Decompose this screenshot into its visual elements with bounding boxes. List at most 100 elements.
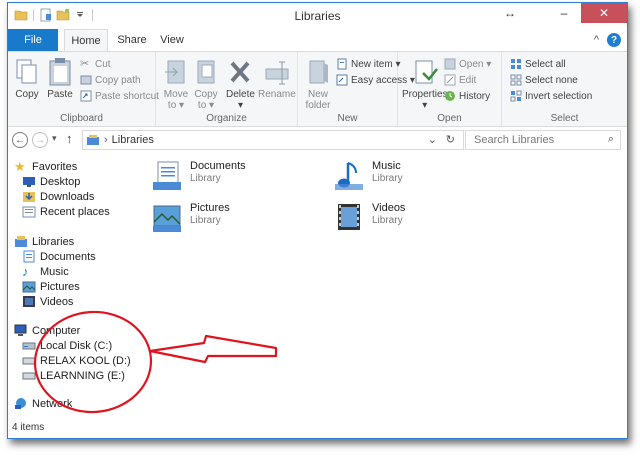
ribbon-tabs: File Home Share View ^ ? — [8, 29, 627, 52]
nav-relax-kool-label: RELAX KOOL (D:) — [40, 354, 131, 367]
copy-path-button[interactable]: Copy path — [80, 74, 141, 86]
copy-icon — [16, 59, 37, 84]
up-button[interactable]: ↑ — [66, 131, 73, 146]
drive-icon — [22, 357, 36, 365]
nav-computer-label: Computer — [32, 324, 81, 337]
nav-videos-label: Videos — [40, 295, 74, 308]
easy-access-icon — [336, 74, 348, 86]
nav-documents-label: Documents — [40, 250, 96, 263]
address-box[interactable]: › Libraries ⌄ ↻ — [82, 130, 464, 150]
select-all-icon — [511, 59, 521, 69]
select-none-button[interactable]: Select none — [510, 74, 578, 86]
tab-file[interactable]: File — [8, 29, 58, 51]
recent-locations-button[interactable]: ▾ — [52, 133, 57, 144]
address-dropdown-icon[interactable]: ⌄ — [428, 133, 437, 146]
path-separator: › — [104, 134, 108, 146]
search-input[interactable]: Search Libraries ⌕ — [465, 130, 621, 150]
invert-selection-button[interactable]: Invert selection — [510, 90, 592, 102]
nav-local-disk-c[interactable]: Local Disk (C:) — [22, 339, 112, 352]
nav-music-label: Music — [40, 265, 69, 278]
delete-button[interactable]: Delete ▾ — [226, 57, 255, 111]
select-group: Select all Select none Invert selection … — [502, 52, 627, 126]
nav-network[interactable]: Network — [14, 397, 72, 410]
explorer-window: Libraries ↔ – ☐ ✕ File Home Share View ^… — [7, 2, 628, 439]
cut-label: Cut — [95, 58, 111, 70]
organize-group: Move to ▾ Copy to ▾ Delete ▾ Rename Orga… — [156, 52, 298, 126]
refresh-icon[interactable]: ↻ — [446, 133, 455, 146]
rename-button[interactable]: Rename — [258, 57, 296, 100]
nav-desktop[interactable]: Desktop — [22, 175, 80, 188]
select-all-button[interactable]: Select all — [510, 58, 566, 70]
nav-libraries-label: Libraries — [32, 235, 75, 248]
tile-type: Library — [190, 173, 221, 184]
tile-name: Documents — [190, 160, 246, 172]
tab-home[interactable]: Home — [64, 29, 108, 52]
history-button[interactable]: History — [444, 90, 490, 102]
help-icon[interactable]: ? — [607, 33, 621, 47]
nav-pictures-label: Pictures — [40, 280, 80, 293]
nav-videos[interactable]: Videos — [22, 295, 73, 308]
paste-label: Paste — [47, 89, 73, 100]
recent-places-icon — [22, 206, 36, 218]
paste-shortcut-label: Paste shortcut — [95, 90, 159, 102]
item-count: 4 items — [12, 421, 45, 433]
nav-downloads[interactable]: Downloads — [22, 190, 94, 203]
new-item-icon — [337, 58, 347, 70]
nav-learnning-e[interactable]: LEARNNING (E:) — [22, 369, 125, 382]
select-none-icon — [510, 74, 522, 86]
library-tile-music[interactable]: Music Library — [332, 160, 403, 192]
properties-icon — [415, 60, 438, 84]
forward-button[interactable]: → — [32, 132, 48, 148]
rename-label: Rename — [258, 89, 296, 100]
edit-button[interactable]: Edit — [444, 74, 476, 86]
properties-button[interactable]: Properties ▾ — [402, 57, 448, 111]
cut-button[interactable]: ✂ Cut — [80, 58, 111, 70]
open-label: Open ▾ — [459, 58, 492, 70]
edit-icon — [444, 74, 456, 86]
nav-pictures[interactable]: Pictures — [22, 280, 80, 293]
paste-shortcut-button[interactable]: Paste shortcut — [80, 90, 159, 102]
new-item-button[interactable]: New item ▾ — [336, 58, 400, 70]
nav-libraries[interactable]: Libraries — [14, 235, 74, 248]
copy-label: Copy — [15, 89, 39, 100]
search-placeholder: Search Libraries — [474, 134, 555, 146]
desktop-icon — [23, 177, 35, 187]
tab-view[interactable]: View — [154, 29, 190, 51]
select-none-label: Select none — [525, 74, 578, 86]
nav-local-disk-label: Local Disk (C:) — [40, 339, 113, 352]
path-segment-libraries[interactable]: Libraries — [112, 134, 154, 146]
nav-favorites[interactable]: ★ Favorites — [14, 160, 77, 173]
new-folder-button[interactable]: New folder — [304, 57, 332, 111]
window-title: Libraries — [294, 9, 341, 23]
copy-path-icon — [80, 75, 92, 85]
history-label: History — [459, 90, 491, 102]
history-icon — [445, 91, 455, 101]
nav-recent-places[interactable]: Recent places — [22, 205, 110, 218]
clipboard-group-label: Clipboard — [60, 113, 103, 124]
open-button[interactable]: Open ▾ — [444, 58, 491, 70]
new-group: New folder New item ▾ Easy access ▾ New — [298, 52, 415, 126]
back-button[interactable]: ← — [12, 132, 28, 148]
paste-button[interactable]: Paste — [46, 57, 74, 100]
drive-icon — [22, 342, 36, 350]
nav-documents[interactable]: Documents — [22, 250, 96, 263]
music-library-icon — [335, 162, 363, 190]
library-tile-pictures[interactable]: Pictures Library — [150, 202, 230, 234]
move-to-button[interactable]: Move to ▾ — [162, 57, 190, 111]
library-tile-videos[interactable]: Videos Library — [332, 202, 405, 234]
tile-text: Documents Library — [190, 160, 246, 184]
nav-relax-kool-d[interactable]: RELAX KOOL (D:) — [22, 354, 131, 367]
select-group-label: Select — [550, 113, 579, 124]
open-group-label: Open — [437, 113, 462, 124]
nav-music[interactable]: ♪ Music — [22, 265, 69, 278]
nav-computer[interactable]: Computer — [14, 324, 80, 337]
collapse-ribbon-icon[interactable]: ^ — [594, 34, 599, 46]
tile-name: Pictures — [190, 202, 230, 214]
copy-to-button[interactable]: Copy to ▾ — [192, 57, 220, 111]
scissors-icon: ✂ — [80, 58, 90, 70]
copy-button[interactable]: Copy — [13, 57, 41, 100]
library-tile-documents[interactable]: Documents Library — [150, 160, 246, 192]
tab-share[interactable]: Share — [112, 29, 152, 51]
close-button[interactable]: ✕ — [581, 3, 627, 23]
invert-selection-label: Invert selection — [525, 90, 593, 102]
